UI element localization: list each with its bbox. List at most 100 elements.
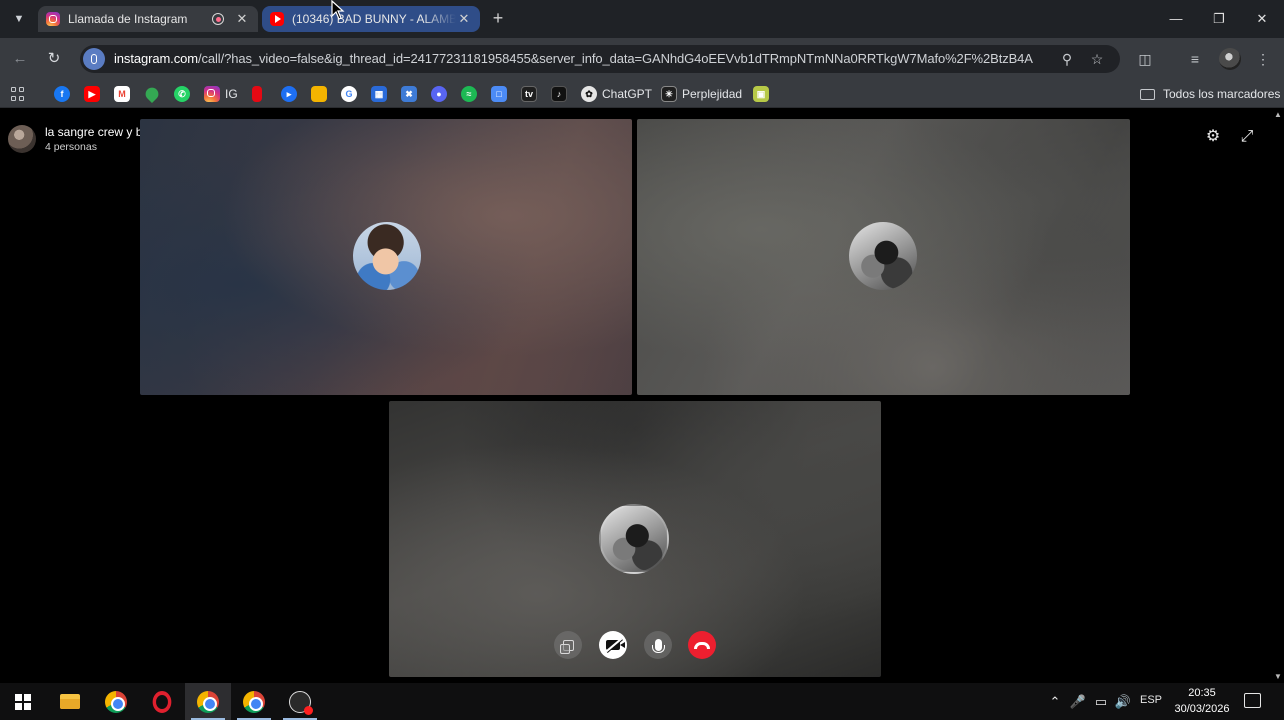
bookmark-google[interactable]: G — [341, 85, 357, 103]
microphone-tray-icon[interactable]: 🎤 — [1069, 693, 1087, 711]
bookmark-photo[interactable] — [311, 85, 327, 103]
menu-kebab-icon[interactable]: ⋮ — [1252, 49, 1274, 69]
back-arrow-icon[interactable]: ← — [10, 49, 30, 69]
photo-icon — [311, 86, 327, 102]
clock-date[interactable]: 30/03/2026 — [1172, 703, 1232, 715]
instagram-call-area: la sangre crew y bruno 4 personas ⚙ ⤢ ▲ … — [0, 109, 1284, 683]
grid-app-icon: ▦ — [371, 86, 387, 102]
bookmark-grid-app[interactable]: ▦ — [371, 85, 387, 103]
google-icon: G — [341, 86, 357, 102]
bookmark-app[interactable]: □ — [491, 85, 507, 103]
member-count: 4 personas — [45, 141, 97, 153]
bookmarks-bar: f ▶ M ✆ IG ▸ G ▦ ✖ ● ≈ □ tv ♪ ✿ ChatGPT ✳… — [0, 80, 1284, 108]
participant-avatar — [849, 222, 917, 290]
tab-title: Llamada de Instagram — [68, 12, 188, 26]
bookmark-instagram[interactable]: IG — [204, 85, 238, 103]
tab-youtube[interactable]: (10346) BAD BUNNY - ALAMBRE ✕ — [262, 6, 480, 32]
bookmark-discord[interactable]: ● — [431, 85, 447, 103]
address-bar[interactable]: instagram.com/call/?has_video=false&ig_t… — [80, 45, 1120, 73]
bookmark-star-icon[interactable]: ☆ — [1087, 49, 1107, 69]
bookmark-play[interactable]: ▸ — [281, 85, 297, 103]
clock-time[interactable]: 20:35 — [1174, 687, 1230, 699]
taskbar-opera[interactable] — [139, 683, 185, 720]
self-participant-tile — [389, 401, 881, 677]
close-tab-icon[interactable]: ✕ — [234, 11, 250, 27]
input-language[interactable]: ESP — [1140, 694, 1162, 706]
bookmark-tiktok[interactable]: ♪ — [551, 85, 567, 103]
bookmark-cross-app[interactable]: ✖ — [401, 85, 417, 103]
windows-start-button[interactable] — [0, 683, 46, 720]
flip-camera-icon — [559, 639, 574, 654]
volume-icon[interactable]: 🔊 — [1114, 693, 1132, 711]
reload-icon[interactable]: ↻ — [44, 49, 64, 69]
discord-icon: ● — [431, 86, 447, 102]
bookmark-perplexity[interactable]: ✳ Perplejidad — [661, 85, 742, 103]
group-avatar[interactable] — [8, 125, 36, 153]
close-tab-icon[interactable]: ✕ — [456, 11, 472, 27]
instagram-icon — [46, 12, 60, 26]
profile-avatar[interactable] — [1219, 48, 1241, 70]
minimize-window-icon[interactable]: — — [1164, 8, 1188, 30]
scroll-up-arrow-icon[interactable]: ▲ — [1274, 111, 1282, 119]
tiktok-icon: ♪ — [551, 86, 567, 102]
new-tab-plus-icon[interactable]: + — [488, 8, 508, 28]
chrome-icon — [243, 690, 265, 713]
close-window-icon[interactable]: ✕ — [1250, 8, 1274, 30]
bookmark-gmail[interactable]: M — [114, 85, 130, 103]
url-path: /call/?has_video=false&ig_thread_id=2417… — [197, 51, 1033, 66]
fullscreen-expand-icon[interactable]: ⤢ — [1237, 127, 1257, 147]
participant-tile — [637, 119, 1130, 395]
end-call-button[interactable] — [688, 631, 716, 659]
tab-title: (10346) BAD BUNNY - ALAMBRE — [292, 12, 456, 26]
folder-icon — [1140, 88, 1155, 100]
camera-off-button[interactable] — [599, 631, 627, 659]
recording-indicator-icon — [212, 13, 224, 25]
tab-search-chevron-icon[interactable]: ▼ — [8, 8, 30, 30]
bookmark-spotify[interactable]: ≈ — [461, 85, 477, 103]
play-icon: ▸ — [281, 86, 297, 102]
bookmark-label: IG — [225, 87, 238, 101]
taskbar-chrome-active[interactable] — [185, 683, 231, 720]
obs-icon — [289, 690, 313, 715]
bookmark-netflix[interactable] — [252, 85, 262, 103]
tab-strip: ▼ Llamada de Instagram ✕ (10346) BAD BUN… — [0, 0, 1284, 38]
bookmark-maps[interactable] — [142, 84, 162, 104]
extensions-puzzle-icon[interactable]: ◫ — [1134, 49, 1156, 69]
microphone-button[interactable] — [644, 631, 672, 659]
hang-up-phone-icon — [694, 641, 710, 649]
taskbar-file-explorer[interactable] — [47, 683, 93, 720]
microphone-in-use-icon[interactable] — [83, 48, 105, 70]
spotify-icon: ≈ — [461, 86, 477, 102]
netflix-icon — [252, 86, 262, 102]
bookmark-chatgpt[interactable]: ✿ ChatGPT — [581, 85, 652, 103]
self-avatar — [599, 504, 669, 574]
show-hidden-icons-chevron-icon[interactable]: ⌃ — [1046, 693, 1064, 711]
scroll-down-arrow-icon[interactable]: ▼ — [1274, 673, 1282, 681]
image-app-icon: ▣ — [753, 86, 769, 102]
bookmark-youtube[interactable]: ▶ — [84, 85, 100, 103]
media-controls-icon[interactable]: ≡ — [1184, 49, 1206, 69]
tab-instagram-call[interactable]: Llamada de Instagram ✕ — [38, 6, 258, 32]
bookmark-tv[interactable]: tv — [521, 85, 537, 103]
chrome-icon — [197, 690, 219, 713]
taskbar-chrome-profile[interactable] — [231, 683, 277, 720]
bookmark-image-app[interactable]: ▣ — [753, 85, 769, 103]
bookmark-whatsapp[interactable]: ✆ — [174, 85, 190, 103]
participant-avatar — [353, 222, 421, 290]
restore-window-icon[interactable]: ❐ — [1207, 8, 1231, 30]
flip-camera-button[interactable] — [554, 631, 582, 659]
url-text[interactable]: instagram.com/call/?has_video=false&ig_t… — [114, 51, 1033, 66]
network-icon[interactable]: ▭ — [1092, 693, 1110, 711]
windows-taskbar: ⌃ 🎤 ▭ 🔊 ESP 20:35 30/03/2026 — [0, 683, 1284, 720]
taskbar-obs[interactable] — [277, 683, 323, 720]
settings-gear-icon[interactable]: ⚙ — [1203, 127, 1223, 147]
all-bookmarks-folder[interactable]: Todos los marcadores — [1140, 85, 1280, 103]
zoom-search-icon[interactable]: ⚲ — [1057, 49, 1077, 69]
gmail-icon: M — [114, 86, 130, 102]
maps-icon — [142, 84, 162, 104]
taskbar-chrome[interactable] — [93, 683, 139, 720]
apps-grid-icon[interactable] — [11, 85, 25, 103]
notification-center-icon[interactable] — [1244, 693, 1261, 708]
browser-toolbar: ← ↻ instagram.com/call/?has_video=false&… — [0, 38, 1284, 80]
bookmark-facebook[interactable]: f — [54, 85, 70, 103]
